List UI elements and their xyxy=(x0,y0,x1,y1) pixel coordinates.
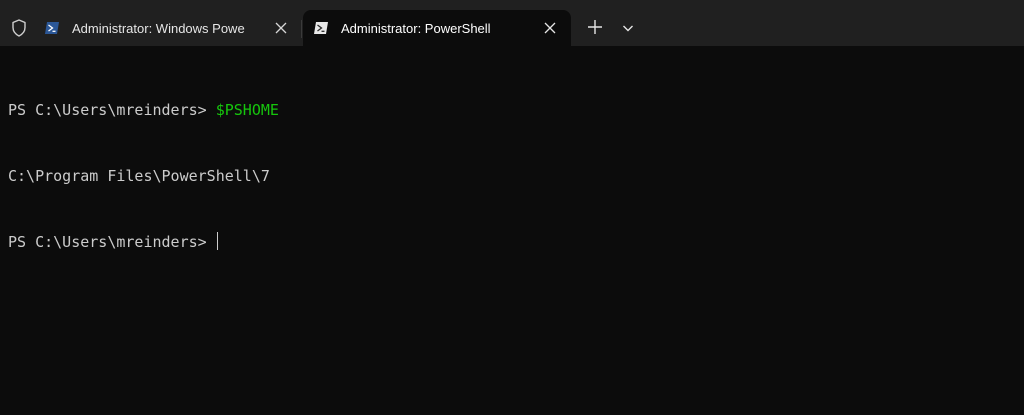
plus-icon xyxy=(588,20,602,34)
tab-bar: Administrator: Windows Powe Administrato… xyxy=(0,0,1024,46)
terminal-output[interactable]: PS C:\Users\mreinders> $PSHOME C:\Progra… xyxy=(8,55,279,297)
prompt: PS C:\Users\mreinders> xyxy=(8,233,216,251)
new-tab-button[interactable] xyxy=(584,16,606,38)
command-text: $PSHOME xyxy=(215,101,279,119)
tab-separator xyxy=(301,20,302,38)
tab-powershell[interactable]: Administrator: PowerShell xyxy=(303,10,571,46)
output-text: C:\Program Files\PowerShell\7 xyxy=(8,167,270,185)
text-cursor xyxy=(216,232,218,250)
tab-title: Administrator: PowerShell xyxy=(341,21,491,36)
prompt: PS C:\Users\mreinders> xyxy=(8,101,216,119)
tab-windows-powershell[interactable]: Administrator: Windows Powe xyxy=(34,10,298,46)
chevron-down-icon xyxy=(623,25,633,32)
powershell-icon xyxy=(313,20,329,36)
dropdown-button[interactable] xyxy=(620,20,636,36)
powershell-icon xyxy=(44,20,60,36)
shield-icon[interactable] xyxy=(9,18,29,38)
close-icon[interactable] xyxy=(543,21,557,35)
terminal-window: Administrator: Windows Powe Administrato… xyxy=(0,0,1024,415)
terminal-line: C:\Program Files\PowerShell\7 xyxy=(8,165,279,187)
tab-title: Administrator: Windows Powe xyxy=(72,21,245,36)
terminal-line: PS C:\Users\mreinders> xyxy=(8,231,279,253)
terminal-line: PS C:\Users\mreinders> $PSHOME xyxy=(8,99,279,121)
close-icon[interactable] xyxy=(274,21,288,35)
